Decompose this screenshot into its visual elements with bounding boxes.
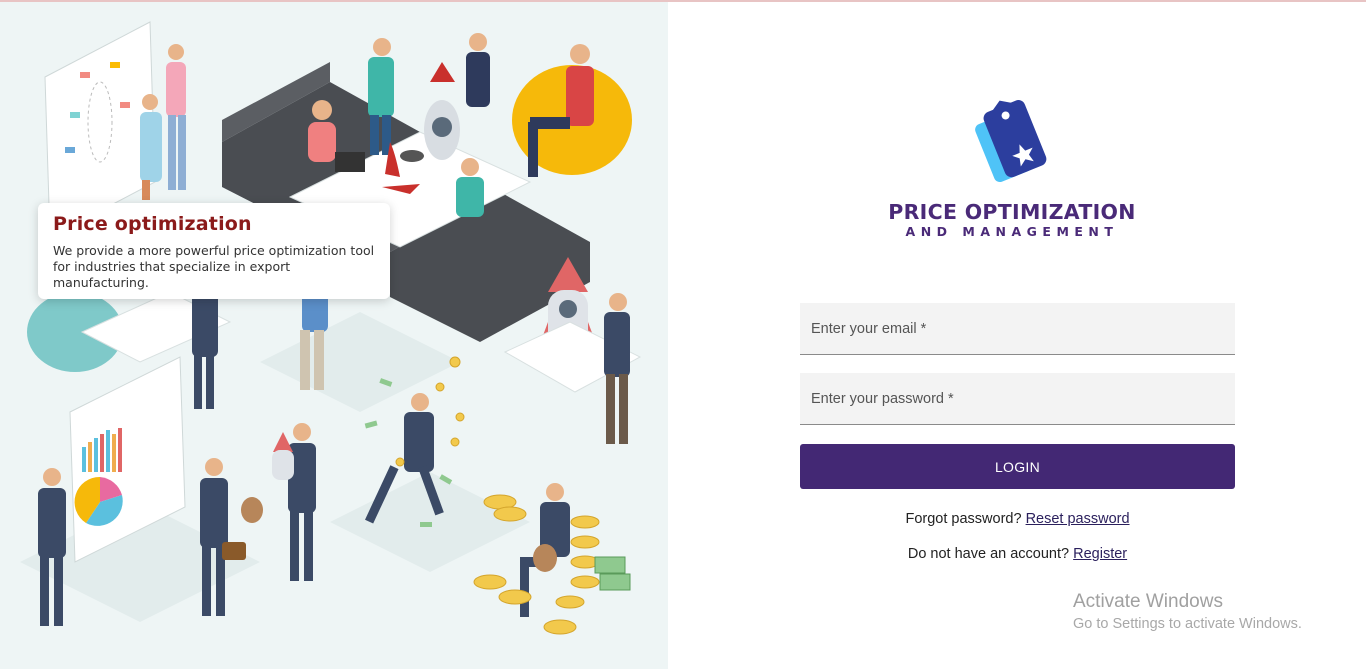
forgot-password-text: Forgot password?: [905, 511, 1022, 527]
email-field[interactable]: [800, 303, 1235, 355]
price-tag-icon: [975, 100, 1047, 183]
feature-card: Price optimization We provide a more pow…: [38, 203, 390, 299]
brand-title: PRICE OPTIMIZATION: [888, 200, 1136, 224]
feature-card-title: Price optimization: [53, 213, 252, 235]
email-input[interactable]: [800, 303, 1235, 354]
login-panel: PRICE OPTIMIZATION AND MANAGEMENT LOGIN …: [668, 2, 1366, 669]
office-illustration: [20, 21, 642, 635]
feature-card-text: We provide a more powerful price optimiz…: [53, 243, 375, 290]
illustration-panel: Price optimization We provide a more pow…: [0, 2, 668, 669]
activation-watermark-title: Activate Windows: [1073, 591, 1223, 612]
activation-watermark-subtitle: Go to Settings to activate Windows.: [1073, 616, 1302, 632]
register-link[interactable]: Register: [1073, 546, 1127, 562]
password-field[interactable]: [800, 373, 1235, 425]
forgot-password-row: Forgot password? Reset password: [800, 511, 1235, 527]
password-input[interactable]: [800, 373, 1235, 424]
login-button[interactable]: LOGIN: [800, 444, 1235, 489]
reset-password-link[interactable]: Reset password: [1026, 511, 1130, 527]
brand-subtitle: AND MANAGEMENT: [905, 224, 1119, 239]
register-row: Do not have an account? Register: [800, 546, 1235, 562]
no-account-text: Do not have an account?: [907, 546, 1070, 562]
